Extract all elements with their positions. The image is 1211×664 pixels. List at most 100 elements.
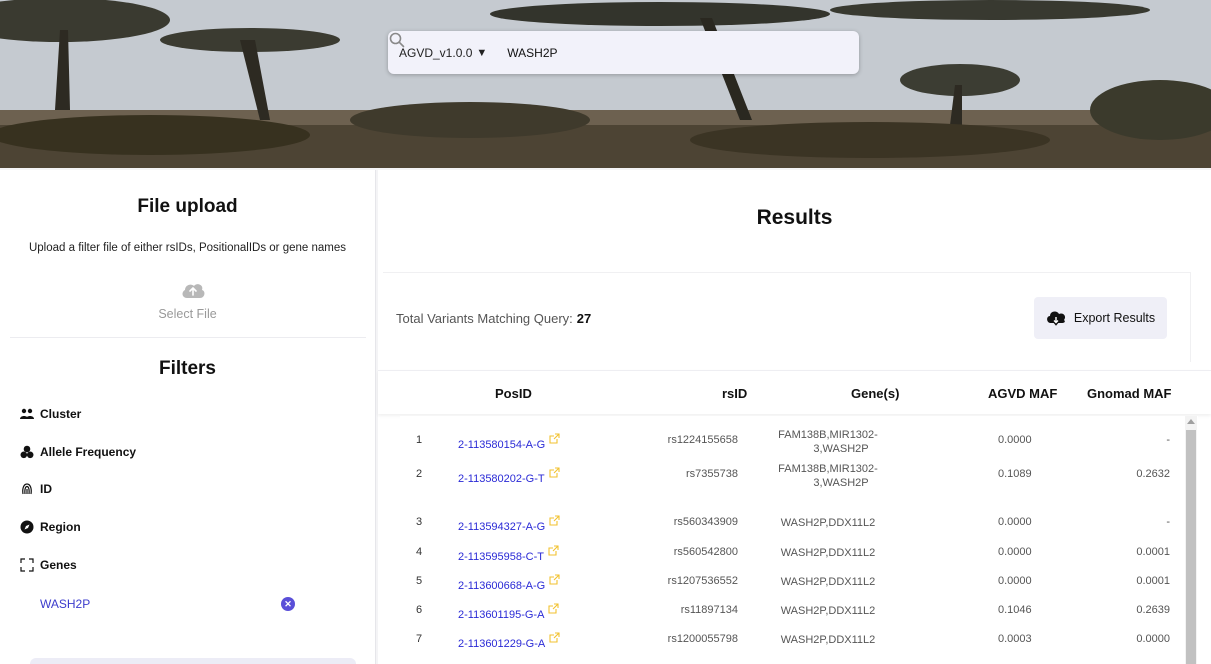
filter-genes[interactable]: Genes: [20, 558, 77, 572]
table-scrollbar[interactable]: [1185, 416, 1197, 664]
genes-cell: WASH2P,DDX11L2: [768, 633, 888, 647]
agvd-maf-cell: 0.0003: [998, 633, 1032, 645]
row-index: 7: [416, 633, 423, 645]
genes-cell: WASH2P,DDX11L2: [768, 575, 888, 589]
compass-icon: [20, 520, 34, 534]
genes-cell: FAM138B,MIR1302- 3,WASH2P: [768, 462, 888, 490]
expand-icon: [20, 558, 34, 572]
table-row[interactable]: 1 2-113580154-A-G rs1224155658 FAM138B,MIR1…: [400, 428, 1180, 456]
total-variants: Total Variants Matching Query: 27: [396, 311, 591, 326]
search-icon[interactable]: [388, 31, 406, 49]
agvd-maf-cell: 0.1046: [998, 604, 1032, 616]
genes-cell: WASH2P,DDX11L2: [768, 604, 888, 618]
results-table-header: PosID rsID Gene(s) AGVD MAF Gnomad MAF: [378, 370, 1211, 414]
posid-link[interactable]: 2-113580154-A-G: [458, 433, 560, 451]
circles-icon: [20, 445, 34, 459]
posid-text: 2-113580154-A-G: [458, 439, 546, 451]
scroll-up-arrow-icon[interactable]: [1187, 419, 1195, 424]
column-header-gnomad-maf[interactable]: Gnomad MAF: [1087, 386, 1172, 401]
genes-line-2: 3,WASH2P: [813, 443, 869, 455]
column-header-posid[interactable]: PosID: [495, 386, 532, 401]
external-link-icon[interactable]: [548, 603, 559, 614]
external-link-icon[interactable]: [549, 467, 560, 478]
rsid-cell: rs1207536552: [667, 575, 738, 587]
file-upload-title: File upload: [137, 196, 238, 217]
rsid-cell: rs1224155658: [667, 434, 738, 446]
row-index: 5: [416, 575, 423, 587]
agvd-maf-cell: 0.0000: [998, 434, 1032, 446]
column-header-rsid[interactable]: rsID: [722, 386, 747, 401]
search-bar[interactable]: AGVD_v1.0.0 ▼: [388, 31, 859, 74]
filter-region[interactable]: Region: [20, 520, 81, 534]
rsid-cell: rs7355738: [686, 468, 738, 480]
scroll-thumb[interactable]: [1186, 430, 1196, 664]
posid-text: 2-113600668-A-G: [458, 580, 546, 592]
export-results-button[interactable]: Export Results: [1034, 297, 1167, 339]
caret-down-icon: ▼: [476, 46, 488, 59]
file-upload-description: Upload a filter file of either rsIDs, Po…: [28, 242, 347, 254]
search-input[interactable]: [507, 45, 788, 60]
gnomad-maf-cell: 0.2632: [1136, 468, 1170, 480]
filter-cluster[interactable]: Cluster: [20, 407, 81, 421]
table-row[interactable]: 3 2-113594327-A-G rs560343909 WASH2P,DDX11L…: [400, 510, 1180, 538]
dataset-select[interactable]: AGVD_v1.0.0 ▼: [399, 46, 487, 60]
external-link-icon[interactable]: [548, 545, 559, 556]
agvd-maf-cell: 0.0000: [998, 516, 1032, 528]
row-index: 6: [416, 604, 423, 616]
genes-cell: WASH2P,DDX11L2: [768, 546, 888, 560]
divider: [10, 337, 366, 338]
posid-link[interactable]: 2-113601195-G-A: [458, 603, 559, 621]
table-row[interactable]: 2 2-113580202-G-T rs7355738 FAM138B,MIR1302…: [400, 462, 1180, 490]
genes-line-1: FAM138B,MIR1302-: [778, 429, 878, 441]
rsid-cell: rs560343909: [673, 516, 738, 528]
rsid-cell: rs1200055798: [667, 633, 738, 645]
rsid-cell: rs560542800: [673, 546, 738, 558]
external-link-icon[interactable]: [549, 515, 560, 526]
agvd-maf-cell: 0.0000: [998, 546, 1032, 558]
posid-text: 2-113580202-G-T: [458, 473, 545, 485]
posid-text: 2-113594327-A-G: [458, 521, 546, 533]
row-index: 3: [416, 516, 423, 528]
cloud-upload-icon[interactable]: [180, 280, 206, 300]
remove-gene-icon[interactable]: ✕: [281, 597, 295, 611]
posid-link[interactable]: 2-113594327-A-G: [458, 515, 560, 533]
external-link-icon[interactable]: [549, 433, 560, 444]
agvd-maf-cell: 0.1089: [998, 468, 1032, 480]
table-row[interactable]: 6 2-113601195-G-A rs11897134 WASH2P,DDX11L2…: [400, 598, 1180, 626]
gnomad-maf-cell: 0.0000: [1136, 633, 1170, 645]
row-index: 4: [416, 546, 423, 558]
results-panel: Results Total Variants Matching Query: 27…: [378, 170, 1211, 664]
external-link-icon[interactable]: [549, 632, 560, 643]
posid-link[interactable]: 2-113600668-A-G: [458, 574, 560, 592]
table-row[interactable]: 5 2-113600668-A-G rs1207536552 WASH2P,DDX11…: [400, 569, 1180, 597]
gnomad-maf-cell: -: [1166, 516, 1170, 528]
filter-region-label: Region: [40, 520, 81, 534]
row-index: 1: [416, 434, 423, 446]
posid-text: 2-113595958-C-T: [458, 551, 545, 563]
savanna-background-image: [0, 0, 1211, 168]
dataset-label: AGVD_v1.0.0: [399, 45, 473, 60]
posid-link[interactable]: 2-113601229-G-A: [458, 632, 560, 650]
column-header-genes[interactable]: Gene(s): [851, 386, 899, 401]
posid-link[interactable]: 2-113580202-G-T: [458, 467, 560, 485]
total-variants-label: Total Variants Matching Query:: [396, 311, 573, 326]
export-results-label: Export Results: [1073, 311, 1156, 325]
genes-cell: FAM138B,MIR1302- 3,WASH2P: [768, 428, 888, 456]
genes-line-1: WASH2P,DDX11L2: [780, 517, 876, 529]
genes-line-2: 3,WASH2P: [813, 477, 869, 489]
genes-line-1: WASH2P,DDX11L2: [780, 634, 876, 646]
column-header-agvd-maf[interactable]: AGVD MAF: [988, 386, 1057, 401]
filter-id[interactable]: ID: [20, 482, 52, 496]
posid-link[interactable]: 2-113595958-C-T: [458, 545, 559, 563]
table-row[interactable]: 4 2-113595958-C-T rs560542800 WASH2P,DDX11L…: [400, 540, 1180, 568]
genes-cell: WASH2P,DDX11L2: [768, 516, 888, 530]
filter-allele-frequency[interactable]: Allele Frequency: [20, 445, 136, 459]
results-table-body: 1 2-113580154-A-G rs1224155658 FAM138B,MIR1…: [400, 416, 1198, 664]
select-file-button[interactable]: Select File: [0, 307, 375, 321]
filter-genes-label: Genes: [40, 558, 77, 572]
filters-title: Filters: [158, 358, 217, 379]
external-link-icon[interactable]: [549, 574, 560, 585]
results-title: Results: [756, 206, 833, 229]
cloud-download-icon: [1046, 311, 1065, 326]
table-row[interactable]: 7 2-113601229-G-A rs1200055798 WASH2P,DDX11…: [400, 627, 1180, 655]
